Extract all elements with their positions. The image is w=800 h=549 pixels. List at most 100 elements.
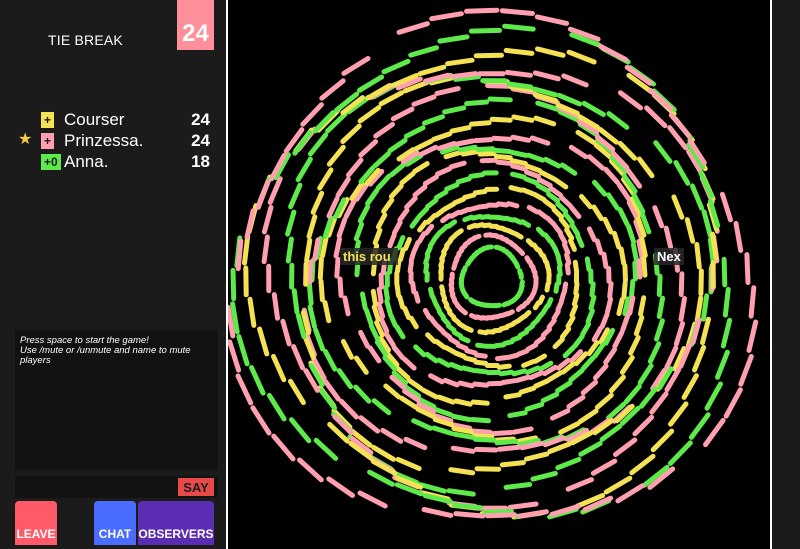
trail-segment — [492, 147, 513, 155]
trail-segment — [417, 219, 428, 233]
trail-segment — [388, 183, 404, 199]
trail-segment — [684, 217, 696, 244]
trail-segment — [242, 233, 251, 266]
trail-segment — [235, 238, 244, 272]
trail-segment — [449, 209, 462, 219]
trail-segment — [620, 313, 631, 333]
trail-segment — [673, 321, 686, 347]
round-message: this rou — [340, 248, 398, 265]
trail-segment — [555, 380, 573, 394]
trail-segment — [555, 255, 563, 268]
trail-segment — [404, 195, 418, 210]
trail-segment — [425, 332, 437, 344]
trail-segment — [476, 203, 490, 210]
trail-segment — [442, 105, 467, 115]
leave-button[interactable]: LEAVE — [15, 501, 57, 545]
chat-input[interactable] — [15, 476, 175, 498]
trail-segment — [694, 242, 702, 270]
trail-segment — [257, 326, 270, 357]
trail-segment — [341, 56, 371, 76]
trail-segment — [427, 236, 437, 249]
trail-segment — [498, 369, 515, 377]
trail-segment — [494, 438, 519, 446]
trail-segment — [509, 158, 528, 167]
trail-segment — [599, 311, 610, 329]
trail-segment — [280, 318, 292, 347]
trail-segment — [443, 345, 457, 355]
trail-segment — [499, 8, 535, 16]
trail-segment — [291, 344, 306, 371]
trail-segment — [516, 348, 530, 357]
trail-segment — [422, 114, 445, 126]
trail-segment — [472, 137, 494, 144]
trail-segment — [399, 171, 416, 186]
trail-segment — [561, 73, 589, 88]
chat-button[interactable]: CHAT — [94, 501, 136, 545]
trail-segment — [524, 323, 535, 333]
trail-segment — [317, 167, 334, 191]
next-round-message: Nex — [654, 248, 684, 265]
trail-segment — [230, 267, 237, 302]
trail-segment — [678, 271, 685, 297]
trail-segment — [507, 410, 528, 419]
trail-segment — [353, 384, 372, 404]
trail-segment — [472, 189, 488, 196]
trail-segment — [558, 421, 581, 435]
trail-segment — [495, 355, 510, 362]
trail-segment — [458, 207, 471, 216]
trail-segment — [628, 335, 641, 356]
trail-segment — [271, 292, 280, 321]
trail-segment — [590, 458, 618, 476]
trail-segment — [588, 294, 597, 311]
chat-log: Press space to start the game! Use /mute… — [15, 330, 218, 470]
trail-segment — [633, 315, 645, 337]
trail-segment — [417, 231, 427, 244]
trail-segment — [559, 290, 567, 304]
trail-segment — [271, 433, 296, 462]
trail-segment — [396, 21, 430, 35]
trail-segment — [471, 433, 495, 440]
trail-segment — [408, 45, 439, 58]
observers-button[interactable]: OBSERVERS — [138, 501, 214, 545]
trail-segment — [511, 426, 534, 435]
trail-segment — [487, 96, 513, 103]
trail-segment — [446, 219, 458, 229]
trail-segment — [451, 431, 475, 440]
trail-segment — [398, 247, 406, 263]
trail-segment — [367, 469, 395, 487]
trail-segment — [521, 359, 536, 368]
trail-segment — [310, 190, 325, 215]
trail-segment — [475, 342, 488, 349]
trail-segment — [463, 355, 478, 363]
trail-segment — [422, 307, 432, 320]
trail-segment — [639, 236, 648, 258]
trail-segment — [656, 273, 663, 297]
say-button[interactable]: SAY — [178, 478, 214, 496]
trail-segment — [510, 163, 528, 172]
trail-segment — [306, 280, 314, 306]
trail-segment — [437, 34, 470, 44]
game-board[interactable]: this rou Nex — [226, 0, 772, 549]
trail-segment — [319, 78, 346, 101]
trail-segment — [617, 90, 644, 111]
player-row-courser: + Courser 24 — [0, 110, 222, 130]
trail-segment — [580, 355, 596, 371]
trail-segment — [304, 237, 313, 263]
trail-segment — [448, 467, 476, 476]
trail-segment — [464, 7, 500, 14]
trail-segment — [535, 226, 547, 238]
trail-segment — [317, 256, 324, 281]
trail-segment — [511, 368, 528, 377]
trail-segment — [707, 199, 721, 229]
trail-segment — [261, 204, 274, 235]
trail-segment — [428, 315, 439, 327]
trail-segment — [464, 348, 478, 356]
player-row-anna: +0 Anna. 18 — [0, 152, 222, 172]
trail-segment — [453, 398, 473, 407]
trail-segment — [564, 227, 575, 241]
trail-segment — [506, 201, 520, 209]
chat-input-row: SAY — [15, 476, 218, 498]
trail-segment — [517, 329, 529, 338]
trail-segment — [446, 488, 476, 497]
player-score: 24 — [191, 131, 210, 150]
